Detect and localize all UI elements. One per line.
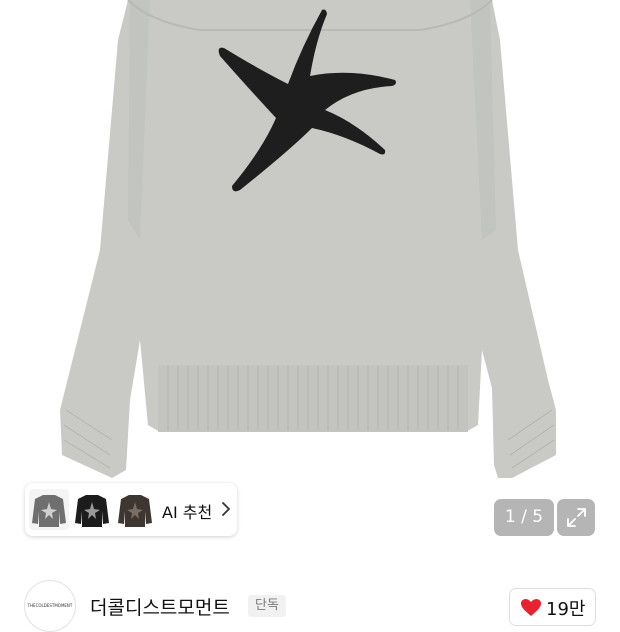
sweater-illustration: [60, 0, 556, 478]
brand-logo-text: THECOLDESTMOMENT: [27, 603, 73, 608]
exclusive-badge: 단독: [248, 595, 286, 617]
heart-icon: [521, 599, 541, 616]
brown-sweater-icon: [118, 495, 152, 527]
gray-sweater-icon: [32, 495, 66, 527]
black-sweater-icon: [75, 495, 109, 527]
like-button[interactable]: 19만: [509, 588, 596, 626]
product-image[interactable]: [0, 0, 620, 562]
brand-name[interactable]: 더콜디스트모먼트: [90, 593, 230, 620]
expand-icon: [567, 508, 586, 527]
like-count: 19만: [546, 599, 586, 620]
chevron-right-icon: [222, 502, 230, 516]
thumbnail-black-sweater[interactable]: [72, 489, 112, 530]
ai-recommend-bar[interactable]: AI 추천: [25, 483, 237, 536]
ai-recommend-label: AI 추천: [162, 503, 213, 522]
brand-logo[interactable]: THECOLDESTMOMENT: [24, 580, 76, 632]
thumbnail-brown-sweater[interactable]: [115, 489, 155, 530]
image-counter: 1 / 5: [494, 499, 554, 536]
expand-image-button[interactable]: [557, 499, 595, 536]
thumbnail-gray-sweater[interactable]: [29, 489, 69, 530]
